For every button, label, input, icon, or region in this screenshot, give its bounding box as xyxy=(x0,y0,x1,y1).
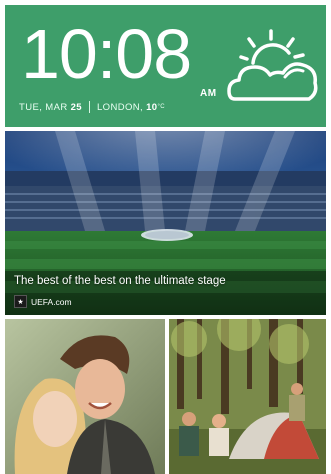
partly-cloudy-icon xyxy=(227,29,318,101)
clock-day-month: TUE, MAR xyxy=(19,101,68,113)
uefa-logo-icon: ★ xyxy=(14,295,27,308)
home-screen: 10:08 AM TUE, MAR 25 LONDON, 10 °C The b… xyxy=(0,0,331,474)
clock-ampm: AM xyxy=(200,88,217,99)
photo-tile-camping[interactable] xyxy=(169,319,326,474)
clock-date: 25 xyxy=(70,101,82,113)
news-source-label: UEFA.com xyxy=(31,296,72,307)
stadium-image xyxy=(5,131,326,315)
clock-separator xyxy=(88,101,90,113)
clock-city: LONDON, xyxy=(96,101,144,113)
news-card[interactable]: The best of the best on the ultimate sta… xyxy=(5,131,326,315)
clock-temp-unit: °C xyxy=(157,104,166,110)
clock-weather-widget[interactable]: 10:08 AM TUE, MAR 25 LONDON, 10 °C xyxy=(5,5,326,127)
clock-date-location: TUE, MAR 25 LONDON, 10 °C xyxy=(19,101,165,113)
camping-photo xyxy=(169,319,326,474)
clock-temperature: 10 xyxy=(146,101,158,113)
news-headline: The best of the best on the ultimate sta… xyxy=(14,275,226,287)
photo-tile-couple[interactable] xyxy=(5,319,165,474)
couple-photo xyxy=(5,319,165,474)
news-source: ★ UEFA.com xyxy=(14,295,72,308)
clock-time: 10:08 xyxy=(21,15,192,93)
